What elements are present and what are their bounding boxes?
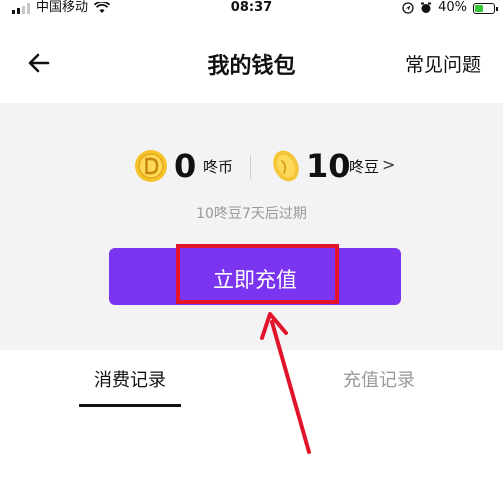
- battery-percent: 40%: [438, 0, 467, 15]
- chevron-right-icon[interactable]: >: [382, 155, 395, 175]
- status-bar: 中国移动 08:37 40%: [0, 0, 503, 16]
- coin-icon: [135, 150, 167, 182]
- balance-row: 0 咚币 10 咚豆 >: [0, 147, 503, 187]
- bean-unit[interactable]: 咚豆: [349, 157, 379, 177]
- expire-note: 10咚豆7天后过期: [196, 206, 307, 222]
- tab-recharge-records[interactable]: 充值记录: [343, 366, 415, 392]
- status-right: 40%: [402, 0, 498, 16]
- coin-unit: 咚币: [203, 158, 234, 176]
- wallet-card: 0 咚币 10 咚豆 > 10咚豆7天后过期 立即充值: [0, 103, 503, 350]
- battery-charging-icon: [473, 2, 498, 14]
- bean-amount[interactable]: 10: [306, 147, 351, 185]
- location-icon: [402, 2, 414, 14]
- active-tab-underline: [79, 404, 181, 407]
- alarm-icon: [421, 2, 432, 13]
- record-tabs: 消费记录 充值记录: [0, 350, 503, 408]
- bean-icon[interactable]: [271, 147, 301, 185]
- tab-consume-records[interactable]: 消费记录: [94, 366, 166, 392]
- annotation-highlight-box: [176, 244, 339, 304]
- faq-link[interactable]: 常见问题: [405, 50, 481, 77]
- nav-bar: 我的钱包 常见问题: [0, 32, 503, 92]
- coin-amount: 0: [174, 147, 197, 185]
- balance-divider: [250, 155, 251, 179]
